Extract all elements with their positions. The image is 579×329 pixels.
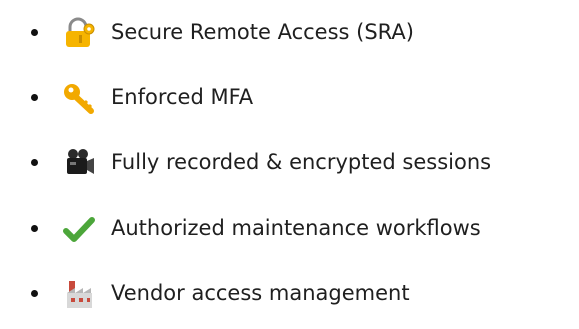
bullet [31, 94, 38, 101]
key-icon [62, 82, 96, 114]
list-item-label: Enforced MFA [111, 85, 254, 109]
feature-list: Secure Remote Access (SRA) Enforced MFA [0, 0, 579, 329]
bullet [31, 225, 38, 232]
list-item-label: Secure Remote Access (SRA) [111, 20, 414, 44]
list-item-maintenance-workflows: Authorized maintenance workflows [0, 209, 579, 249]
list-item-recorded-sessions: Fully recorded & encrypted sessions [0, 143, 579, 183]
locked-with-key-icon [62, 17, 96, 49]
bullet [31, 29, 38, 36]
list-item-label: Fully recorded & encrypted sessions [111, 150, 492, 174]
bullet [31, 159, 38, 166]
list-item-vendor-access: Vendor access management [0, 274, 579, 314]
factory-icon [62, 278, 96, 310]
check-mark-icon [62, 213, 96, 245]
list-item-enforced-mfa: Enforced MFA [0, 78, 579, 118]
list-item-secure-remote-access: Secure Remote Access (SRA) [0, 13, 579, 53]
list-item-label: Authorized maintenance workflows [111, 216, 481, 240]
list-item-label: Vendor access management [111, 281, 410, 305]
bullet [31, 290, 38, 297]
movie-camera-icon [62, 147, 96, 179]
